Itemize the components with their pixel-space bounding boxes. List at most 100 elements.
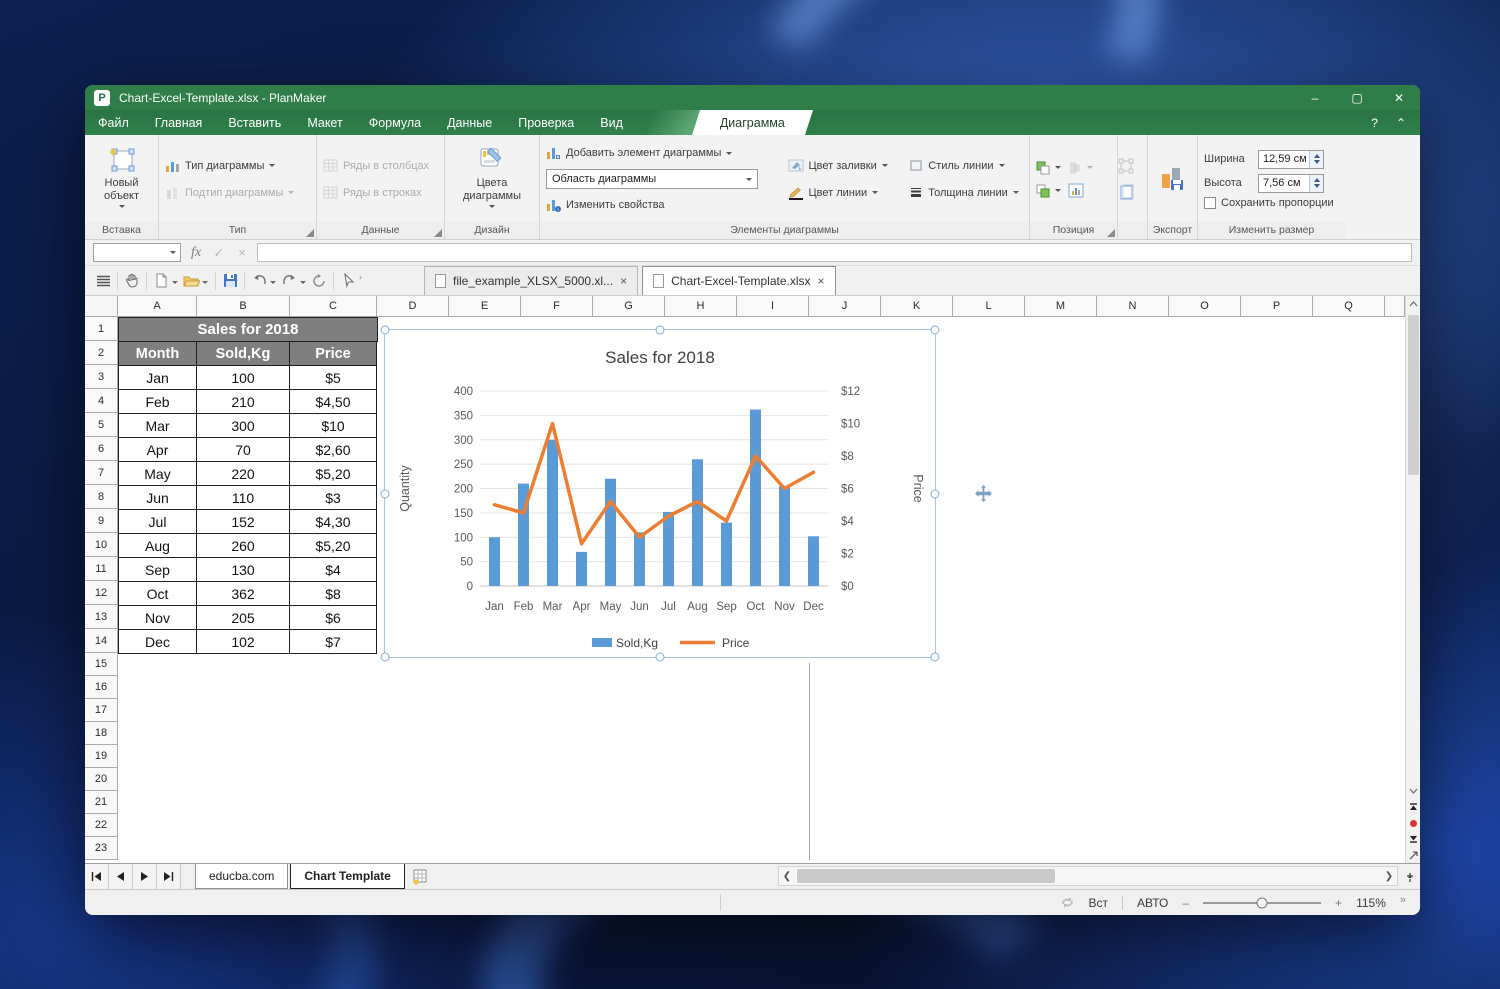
prev-sheet-icon[interactable] [109, 864, 133, 889]
menu-tab-Формула[interactable]: Формула [356, 110, 434, 135]
table-cell[interactable]: 130 [197, 558, 290, 582]
row-header-6[interactable]: 6 [85, 437, 118, 461]
help-icon[interactable]: ? [1371, 116, 1378, 130]
table-cell[interactable]: 220 [197, 462, 290, 486]
row-header-3[interactable]: 3 [85, 365, 118, 389]
table-cell[interactable]: 362 [197, 582, 290, 606]
selection-handle[interactable] [655, 652, 665, 662]
repeat-icon[interactable] [309, 271, 329, 291]
selection-handle[interactable] [380, 652, 390, 662]
row-header-8[interactable]: 8 [85, 485, 118, 509]
table-cell[interactable]: 70 [197, 438, 290, 462]
chart-object[interactable]: Sales for 2018 0 50 100 150 200 250 300 350 400 $0… [380, 325, 940, 662]
confirm-entry-icon[interactable]: ✓ [211, 245, 227, 261]
column-header-B[interactable]: B [197, 296, 290, 317]
row-header-12[interactable]: 12 [85, 581, 118, 605]
table-cell[interactable]: Jun [118, 486, 197, 510]
row-header-1[interactable]: 1 [85, 317, 118, 341]
table-cell[interactable]: $4,50 [290, 390, 377, 414]
horizontal-scrollbar[interactable]: ❮ ❯ [778, 866, 1398, 886]
formula-input[interactable] [257, 243, 1412, 262]
page-frame-icon[interactable] [1119, 184, 1134, 201]
height-spin-up[interactable] [1310, 175, 1323, 184]
table-cell[interactable]: 110 [197, 486, 290, 510]
add-chart-element-button[interactable]: Добавить элемент диаграммы [546, 142, 776, 164]
insert-function-icon[interactable]: fx [188, 245, 204, 261]
fill-color-button[interactable]: Цвет заливки [788, 155, 898, 177]
zoom-slider[interactable] [1203, 897, 1322, 908]
row-header-10[interactable]: 10 [85, 533, 118, 557]
chart-type-button[interactable]: Тип диаграммы [165, 155, 294, 177]
row-header-15[interactable]: 15 [85, 653, 118, 676]
column-header-C[interactable]: C [290, 296, 377, 317]
keep-proportions-checkbox[interactable]: Сохранить пропорции [1204, 197, 1339, 209]
chart-colors-button[interactable]: Цвета диаграммы [445, 145, 539, 213]
row-header-11[interactable]: 11 [85, 557, 118, 581]
save-icon[interactable] [220, 271, 240, 291]
table-cell[interactable]: Aug [118, 534, 197, 558]
table-cell[interactable]: 210 [197, 390, 290, 414]
menu-tab-Файл[interactable]: Файл [85, 110, 142, 135]
insert-mode-indicator[interactable]: Вст [1089, 896, 1109, 910]
name-box[interactable] [93, 243, 181, 262]
row-header-23[interactable]: 23 [85, 837, 118, 860]
dialog-launcher-icon[interactable] [434, 229, 442, 237]
cancel-entry-icon[interactable]: × [234, 245, 250, 260]
row-header-18[interactable]: 18 [85, 722, 118, 745]
table-cell[interactable]: 205 [197, 606, 290, 630]
sheet-tab-Chart-Template[interactable]: Chart Template [290, 864, 405, 889]
menu-tab-Вид[interactable]: Вид [587, 110, 636, 135]
split-handle-icon[interactable] [1406, 847, 1421, 863]
chart-frame-button[interactable] [1068, 183, 1084, 198]
column-header-P[interactable]: P [1241, 296, 1313, 317]
close-button[interactable]: ✕ [1378, 85, 1420, 110]
selection-handle[interactable] [380, 325, 390, 335]
column-header-L[interactable]: L [953, 296, 1025, 317]
table-title-cell[interactable]: Sales for 2018 [118, 317, 378, 342]
table-cell[interactable]: Oct [118, 582, 197, 606]
open-folder-icon[interactable] [181, 271, 201, 291]
chart-subtype-button[interactable]: Подтип диаграммы [165, 182, 295, 204]
line-color-button[interactable]: Цвет линии [788, 182, 898, 204]
column-header-H[interactable]: H [665, 296, 737, 317]
column-header-G[interactable]: G [593, 296, 665, 317]
tab-diagramma[interactable]: Диаграмма [691, 110, 813, 135]
document-tab-close-icon[interactable]: × [818, 274, 825, 288]
table-cell[interactable]: $4 [290, 558, 377, 582]
table-cell[interactable]: $3 [290, 486, 377, 510]
row-header-22[interactable]: 22 [85, 814, 118, 837]
row-header-19[interactable]: 19 [85, 745, 118, 768]
new-document-icon[interactable] [151, 271, 171, 291]
collapse-ribbon-icon[interactable]: ⌃ [1396, 116, 1406, 130]
table-cell[interactable]: Mar [118, 414, 197, 438]
sync-icon[interactable] [1060, 896, 1075, 909]
table-cell[interactable]: $6 [290, 606, 377, 630]
row-header-14[interactable]: 14 [85, 629, 118, 653]
menu-tab-Проверка[interactable]: Проверка [505, 110, 587, 135]
menu-tab-Данные[interactable]: Данные [434, 110, 505, 135]
first-sheet-icon[interactable] [85, 864, 109, 889]
cursor-more-caret[interactable]: › [359, 272, 362, 282]
table-cell[interactable]: 152 [197, 510, 290, 534]
document-tab-close-icon[interactable]: × [620, 274, 627, 288]
column-header-M[interactable]: M [1025, 296, 1097, 317]
table-cell[interactable]: 102 [197, 630, 290, 654]
table-header-cell[interactable]: Sold,Kg [197, 342, 290, 366]
table-cell[interactable]: Jul [118, 510, 197, 534]
table-cell[interactable]: $5 [290, 366, 377, 390]
scroll-right-icon[interactable]: ❯ [1381, 871, 1397, 882]
select-cursor-icon[interactable] [338, 271, 358, 291]
undo-caret[interactable] [270, 280, 276, 287]
selection-handle[interactable] [930, 652, 940, 662]
open-folder-caret[interactable] [202, 280, 208, 287]
menu-tab-Вставить[interactable]: Вставить [215, 110, 294, 135]
redo-icon[interactable] [279, 271, 299, 291]
row-header-7[interactable]: 7 [85, 461, 118, 485]
column-header-A[interactable]: A [118, 296, 197, 317]
selection-frame-icon[interactable] [1118, 158, 1134, 174]
zoom-level[interactable]: 115% [1356, 896, 1386, 910]
width-spin-down[interactable] [1310, 159, 1323, 168]
table-cell[interactable]: Apr [118, 438, 197, 462]
table-cell[interactable]: $4,30 [290, 510, 377, 534]
recalc-mode-indicator[interactable]: АВТО [1137, 896, 1168, 910]
